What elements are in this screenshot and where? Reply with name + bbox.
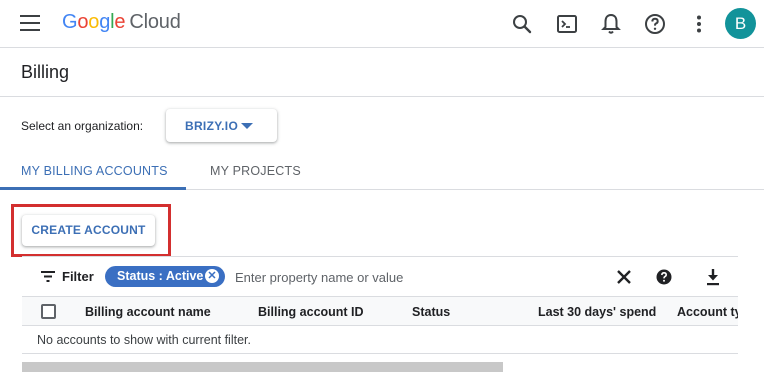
active-tab-indicator [0,187,186,190]
logo-letter: g [99,11,111,33]
caret-down-icon [241,123,253,129]
top-bar: Google Cloud B [0,0,764,48]
page-header: Billing [0,48,764,97]
column-header[interactable]: Last 30 days' spend [538,305,656,319]
tab-my-projects[interactable]: MY PROJECTS [210,164,301,178]
tab-my-billing-accounts[interactable]: MY BILLING ACCOUNTS [21,164,168,178]
organization-label: Select an organization: [21,119,144,133]
filter-bar: Filter Status : Active ✕ [22,256,738,296]
notifications-icon[interactable] [599,12,623,36]
column-header[interactable]: Account typ [677,305,738,319]
logo-letter: e [114,11,126,33]
page-title: Billing [21,62,70,82]
logo-letter: o [77,11,89,33]
tab-bar: MY BILLING ACCOUNTS MY PROJECTS [0,152,764,190]
avatar[interactable]: B [725,8,756,39]
chip-label: Status : Active [117,269,204,283]
billing-accounts-table: Billing account name Billing account ID … [22,296,738,354]
table-empty-row: No accounts to show with current filter. [22,326,738,354]
table-header: Billing account name Billing account ID … [22,296,738,326]
logo-product: Cloud [129,11,181,33]
google-cloud-logo[interactable]: Google Cloud [62,11,181,34]
clear-icon[interactable] [614,267,634,287]
horizontal-scrollbar[interactable] [22,362,503,372]
organization-dropdown[interactable]: BRIZY.IO [166,109,277,142]
help-icon[interactable] [643,12,667,36]
create-account-button[interactable]: CREATE ACCOUNT [22,215,155,246]
empty-message: No accounts to show with current filter. [37,333,251,347]
status-filter-chip[interactable]: Status : Active ✕ [105,266,225,287]
cloud-shell-icon[interactable] [555,12,579,36]
logo-letter: o [88,11,100,33]
help-icon[interactable] [654,267,674,287]
filter-input[interactable] [235,267,595,287]
search-icon[interactable] [510,12,534,36]
download-icon[interactable] [703,267,723,287]
filter-icon[interactable] [41,271,55,282]
more-vert-icon[interactable] [687,12,711,36]
filter-label: Filter [62,269,94,284]
menu-icon[interactable] [20,15,40,33]
column-header[interactable]: Billing account name [85,305,211,319]
organization-selected: BRIZY.IO [185,119,239,133]
select-all-checkbox[interactable] [41,304,56,319]
column-header[interactable]: Status [412,305,450,319]
column-header[interactable]: Billing account ID [258,305,364,319]
logo-letter: G [62,11,78,33]
chip-remove-icon[interactable]: ✕ [205,269,219,283]
